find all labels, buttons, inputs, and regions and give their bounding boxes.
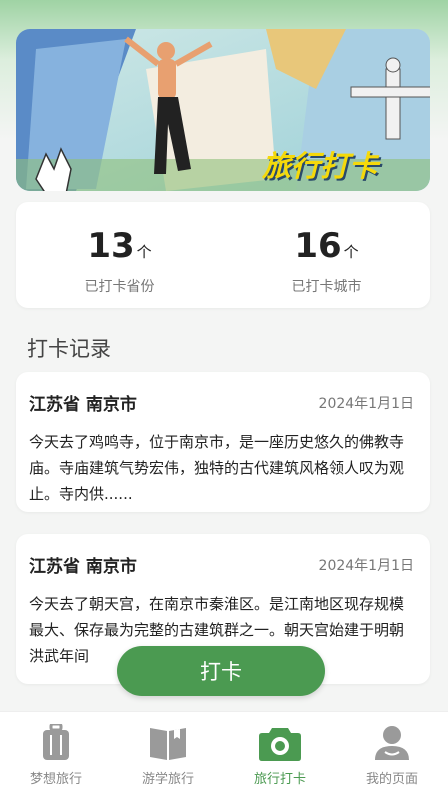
- book-icon: [150, 728, 186, 760]
- bottom-tab-bar: 梦想旅行 游学旅行 旅行打卡 我的页面: [0, 711, 448, 798]
- stat-cities: 16 个 已打卡城市: [223, 202, 430, 308]
- stat-provinces-value: 13: [87, 226, 135, 266]
- tab-travel-checkin[interactable]: 旅行打卡: [224, 712, 336, 798]
- records-title: 打卡记录: [27, 337, 111, 361]
- tab-label: 我的页面: [365, 772, 418, 787]
- banner-image: 旅行打卡: [16, 29, 430, 191]
- luggage-icon: [43, 724, 69, 760]
- user-icon: [375, 726, 409, 760]
- stat-provinces: 13 个 已打卡省份: [16, 202, 223, 308]
- tab-label: 旅行打卡: [253, 772, 306, 787]
- stat-cities-value: 16: [294, 226, 342, 266]
- banner-title: 旅行打卡: [262, 149, 379, 183]
- tab-dream-travel[interactable]: 梦想旅行: [0, 712, 112, 798]
- stat-provinces-label: 已打卡省份: [84, 279, 155, 295]
- stat-cities-label: 已打卡城市: [291, 279, 362, 295]
- tab-label: 梦想旅行: [29, 772, 82, 787]
- record-date: 2024年1月1日: [318, 557, 414, 574]
- stat-provinces-unit: 个: [136, 243, 152, 261]
- stats-card: 13 个 已打卡省份 16 个 已打卡城市: [16, 202, 430, 308]
- record-location: 江苏省 南京市: [29, 395, 137, 415]
- stat-cities-unit: 个: [343, 243, 359, 261]
- record-card[interactable]: 江苏省 南京市 2024年1月1日 今天去了鸡鸣寺，位于南京市，是一座历史悠久的…: [16, 372, 430, 512]
- record-date: 2024年1月1日: [318, 395, 414, 412]
- checkin-button[interactable]: 打卡: [117, 646, 325, 696]
- tab-study-travel[interactable]: 游学旅行: [112, 712, 224, 798]
- tab-my-page[interactable]: 我的页面: [336, 712, 448, 798]
- record-text: 今天去了鸡鸣寺，位于南京市，是一座历史悠久的佛教寺庙。寺庙建筑气势宏伟，独特的古…: [29, 433, 405, 503]
- camera-icon: [259, 728, 301, 761]
- record-location: 江苏省 南京市: [29, 557, 137, 577]
- tab-label: 游学旅行: [141, 772, 194, 787]
